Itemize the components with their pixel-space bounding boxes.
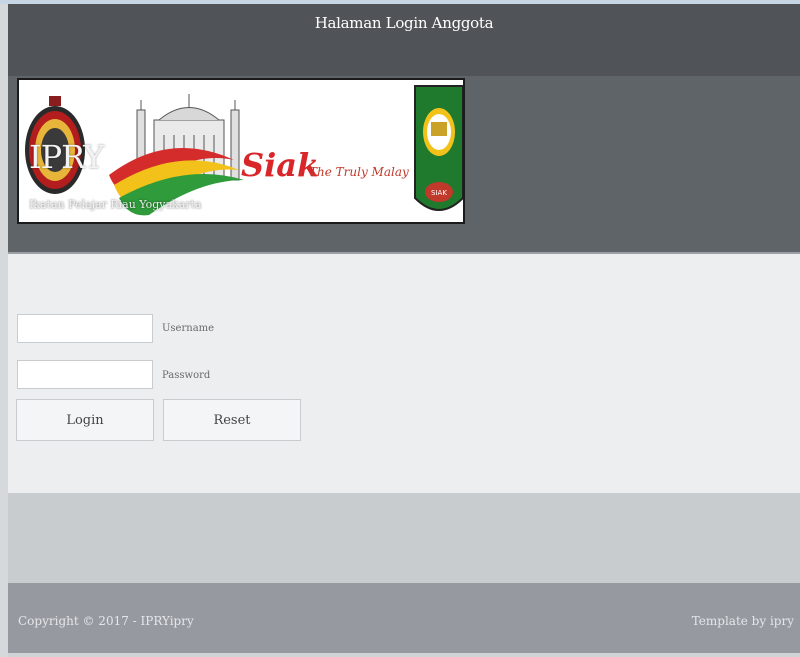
banner-image: Siak The Truly Malay SIAK IPRY Ikatan Pe… — [17, 78, 465, 224]
emblem-label-text: SIAK — [431, 189, 447, 197]
siak-emblem-icon: SIAK — [414, 85, 463, 211]
username-label: Username — [162, 323, 215, 334]
site-subtitle: Ikatan Pelajar Riau Yogyakarta — [29, 198, 202, 211]
username-input[interactable] — [17, 314, 153, 343]
password-label: Password — [162, 370, 211, 381]
login-button[interactable]: Login — [16, 399, 154, 441]
copyright-text: Copyright © 2017 - IPRYipry — [18, 614, 194, 628]
page-title: Halaman Login Anggota — [314, 14, 494, 32]
template-credit-text: Template by ipry — [691, 614, 794, 628]
site-title: IPRY — [29, 138, 104, 176]
password-input[interactable] — [17, 360, 153, 389]
slogan-tagline-text: The Truly Malay — [309, 165, 409, 179]
login-section: Username Password Login Reset — [8, 254, 800, 493]
banner-section: Siak The Truly Malay SIAK IPRY Ikatan Pe… — [8, 76, 800, 252]
reset-button[interactable]: Reset — [163, 399, 301, 441]
footer: Copyright © 2017 - IPRYipry Template by … — [8, 583, 800, 653]
spacer-band — [8, 493, 800, 583]
header-bar: Halaman Login Anggota — [8, 4, 800, 76]
bottom-strip — [8, 653, 800, 657]
slogan-main-text: Siak — [241, 146, 319, 184]
